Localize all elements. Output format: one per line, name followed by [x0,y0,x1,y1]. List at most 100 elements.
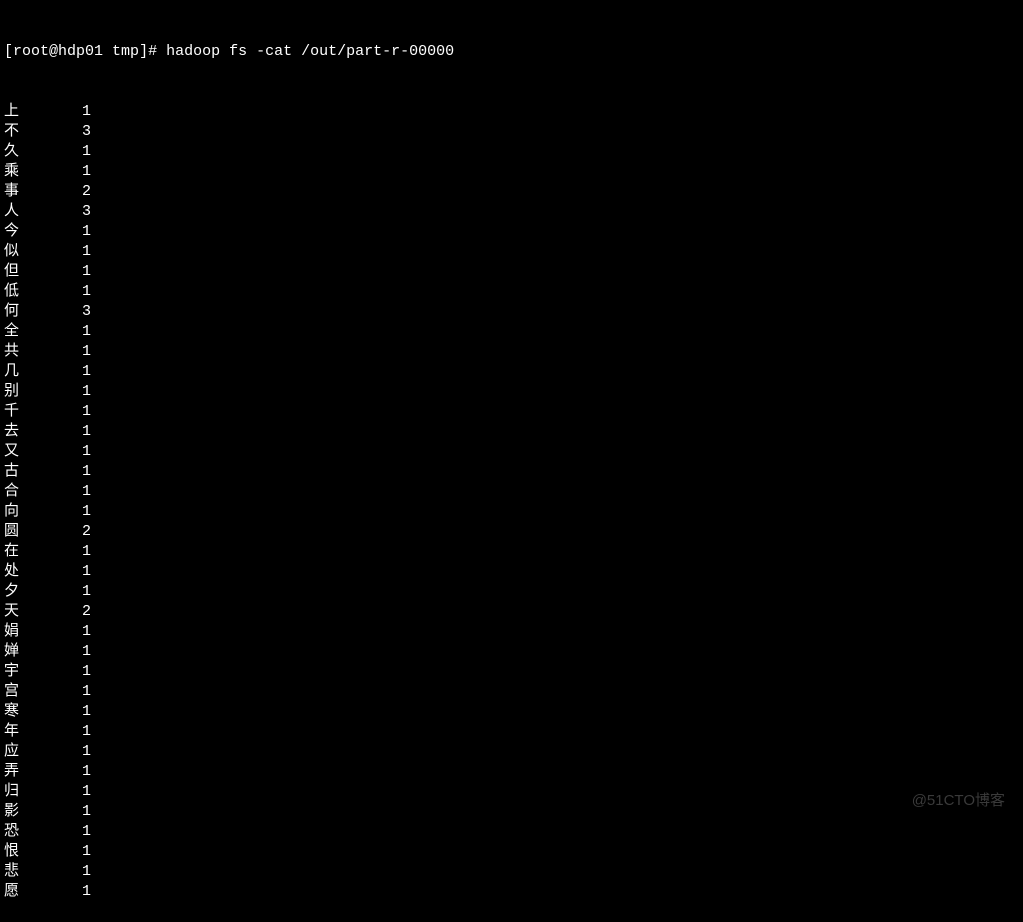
output-char: 处 [4,562,82,582]
output-count: 1 [82,162,91,182]
output-row: 上1 [4,102,1019,122]
output-count: 3 [82,302,91,322]
output-char: 年 [4,722,82,742]
output-count: 1 [82,622,91,642]
output-count: 1 [82,282,91,302]
output-char: 宫 [4,682,82,702]
output-row: 今1 [4,222,1019,242]
output-row: 恐1 [4,822,1019,842]
output-count: 1 [82,502,91,522]
output-char: 千 [4,402,82,422]
output-count: 1 [82,642,91,662]
output-row: 古1 [4,462,1019,482]
output-char: 何 [4,302,82,322]
output-count: 1 [82,762,91,782]
output-char: 天 [4,602,82,622]
output-count: 1 [82,882,91,902]
output-count: 1 [82,542,91,562]
output-char: 但 [4,262,82,282]
output-char: 圆 [4,522,82,542]
output-row: 但1 [4,262,1019,282]
terminal-output[interactable]: [root@hdp01 tmp]# hadoop fs -cat /out/pa… [4,2,1019,922]
output-row: 愿1 [4,882,1019,902]
output-row: 别1 [4,382,1019,402]
output-char: 又 [4,442,82,462]
output-row: 宇1 [4,662,1019,682]
output-char: 低 [4,282,82,302]
output-row: 在1 [4,542,1019,562]
output-row: 寒1 [4,702,1019,722]
output-count: 1 [82,842,91,862]
prompt-space [157,42,166,62]
prompt-symbol: # [148,42,157,62]
output-char: 古 [4,462,82,482]
command-prompt-line: [root@hdp01 tmp]# hadoop fs -cat /out/pa… [4,42,1019,62]
output-count: 1 [82,822,91,842]
output-char: 似 [4,242,82,262]
output-char: 几 [4,362,82,382]
output-char: 乘 [4,162,82,182]
output-row: 娟1 [4,622,1019,642]
prompt-path: tmp [112,42,139,62]
output-char: 寒 [4,702,82,722]
output-row: 圆2 [4,522,1019,542]
output-count: 1 [82,802,91,822]
output-count: 1 [82,102,91,122]
output-row: 恨1 [4,842,1019,862]
output-char: 夕 [4,582,82,602]
output-count: 1 [82,662,91,682]
output-row: 千1 [4,402,1019,422]
output-row: 似1 [4,242,1019,262]
watermark: @51CTO博客 [912,791,1005,811]
output-row: 处1 [4,562,1019,582]
output-count: 1 [82,862,91,882]
output-char: 全 [4,322,82,342]
output-char: 别 [4,382,82,402]
output-count: 1 [82,382,91,402]
output-count: 1 [82,362,91,382]
output-char: 弄 [4,762,82,782]
output-count: 1 [82,342,91,362]
output-row: 人3 [4,202,1019,222]
output-row: 低1 [4,282,1019,302]
output-count: 1 [82,742,91,762]
output-count: 1 [82,462,91,482]
output-char: 归 [4,782,82,802]
output-row: 向1 [4,502,1019,522]
output-row: 宫1 [4,682,1019,702]
output-row: 共1 [4,342,1019,362]
output-row: 影1 [4,802,1019,822]
output-row: 夕1 [4,582,1019,602]
output-count: 1 [82,582,91,602]
output-char: 婵 [4,642,82,662]
output-row: 乘1 [4,162,1019,182]
output-char: 上 [4,102,82,122]
output-count: 1 [82,422,91,442]
output-char: 合 [4,482,82,502]
output-row: 全1 [4,322,1019,342]
output-row: 何3 [4,302,1019,322]
output-char: 恐 [4,822,82,842]
output-char: 应 [4,742,82,762]
output-char: 宇 [4,662,82,682]
output-char: 久 [4,142,82,162]
output-count: 1 [82,222,91,242]
output-char: 不 [4,122,82,142]
prompt-open-bracket: [ [4,42,13,62]
output-count: 1 [82,442,91,462]
output-count: 1 [82,702,91,722]
output-count: 1 [82,782,91,802]
output-row: 事2 [4,182,1019,202]
output-row: 几1 [4,362,1019,382]
output-char: 娟 [4,622,82,642]
output-count: 3 [82,122,91,142]
output-count: 1 [82,402,91,422]
output-row: 婵1 [4,642,1019,662]
output-char: 事 [4,182,82,202]
output-row: 又1 [4,442,1019,462]
output-count: 1 [82,562,91,582]
output-row: 弄1 [4,762,1019,782]
output-count: 1 [82,262,91,282]
output-row: 合1 [4,482,1019,502]
output-char: 愿 [4,882,82,902]
